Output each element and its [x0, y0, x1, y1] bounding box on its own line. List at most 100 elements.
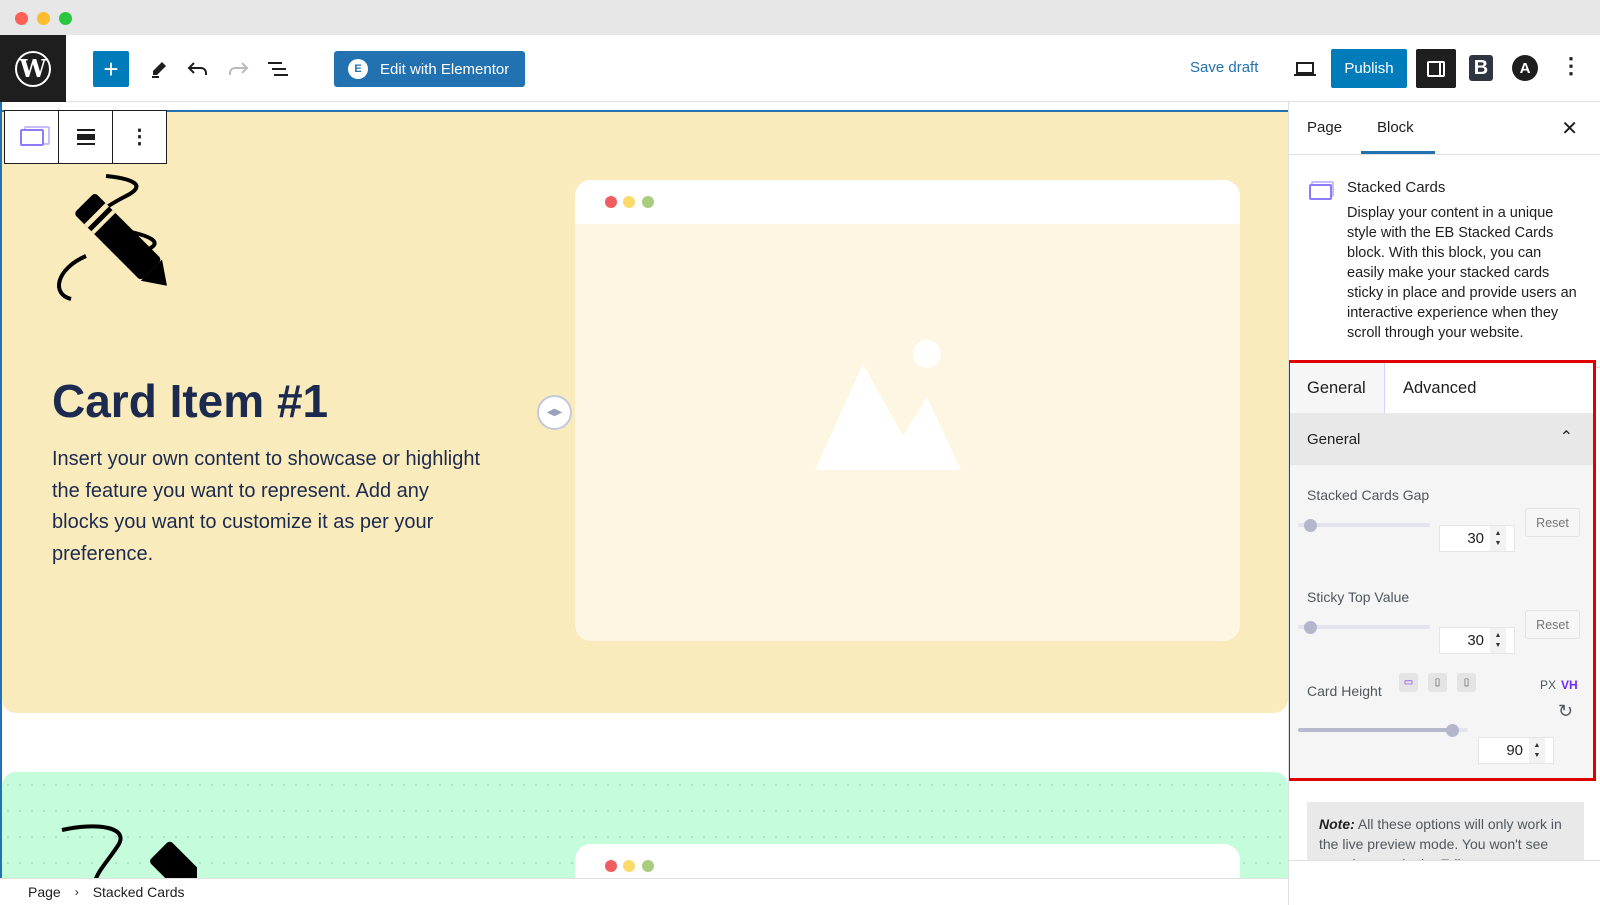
pencil-illustration-icon	[57, 174, 167, 301]
sidebar-icon	[1427, 60, 1445, 77]
window-minimize-button[interactable]	[37, 12, 50, 25]
image-placeholder[interactable]	[575, 180, 1240, 641]
options-menu-button[interactable]: ⋮	[1560, 53, 1582, 79]
active-tab-indicator	[1361, 151, 1435, 154]
wordpress-logo-button[interactable]: W	[0, 35, 66, 102]
window-titlebar	[0, 0, 1600, 35]
window-close-button[interactable]	[15, 12, 28, 25]
stacked-cards-gap-input[interactable]: 30 ▲ ▼	[1439, 525, 1515, 552]
block-toolbar: ⋮	[4, 110, 167, 164]
card-height-label: Card Height	[1307, 683, 1382, 699]
stepper-arrows-icon[interactable]: ▲ ▼	[1490, 628, 1506, 653]
block-description: Display your content in a unique style w…	[1347, 205, 1577, 341]
add-block-button[interactable]: +	[93, 51, 129, 87]
tools-button[interactable]	[141, 51, 177, 87]
breadcrumb-page[interactable]: Page	[28, 884, 61, 900]
sticky-top-value-slider[interactable]	[1298, 625, 1430, 629]
tab-advanced[interactable]: Advanced	[1403, 363, 1476, 413]
stacked-cards-gap-label: Stacked Cards Gap	[1307, 487, 1430, 503]
card-height-reset-icon[interactable]: ↻	[1558, 701, 1573, 722]
panel-tabs: General Advanced	[1290, 363, 1593, 413]
chevron-up-icon: ⌃	[1559, 429, 1573, 446]
sticky-top-value-label: Sticky Top Value	[1307, 589, 1410, 605]
device-mobile-button[interactable]: ▯	[1457, 673, 1476, 692]
list-view-icon	[268, 62, 288, 76]
document-overview-button[interactable]	[260, 51, 296, 87]
save-draft-button[interactable]: Save draft	[1190, 59, 1258, 76]
image-placeholder-icon	[815, 340, 961, 470]
sidebar-footer	[1289, 860, 1600, 905]
desktop-icon: ▭	[1403, 677, 1414, 688]
pencil-illustration-icon	[61, 824, 197, 878]
mock-green-dot	[642, 196, 654, 208]
panel-controls: Stacked Cards Gap 30 ▲ ▼ Reset Sticky Top…	[1290, 465, 1593, 781]
stacked-cards-icon	[1309, 181, 1335, 201]
breadcrumb-stacked-cards[interactable]: Stacked Cards	[93, 884, 185, 900]
stepper-arrows-icon[interactable]: ▲ ▼	[1529, 738, 1545, 763]
sticky-top-value-reset-button[interactable]: Reset	[1525, 610, 1580, 639]
image-placeholder-2[interactable]	[575, 844, 1240, 878]
mock-yellow-dot	[623, 196, 635, 208]
laptop-icon	[1294, 62, 1316, 76]
block-type-button[interactable]	[5, 111, 59, 163]
card-height-input[interactable]: 90 ▲ ▼	[1478, 737, 1554, 764]
astra-settings-button[interactable]: A	[1512, 55, 1538, 81]
stacked-cards-settings-panel: General Advanced General ⌃ Stacked Cards…	[1289, 360, 1596, 781]
sticky-top-value-input[interactable]: 30 ▲ ▼	[1439, 627, 1515, 654]
close-sidebar-button[interactable]: ✕	[1561, 116, 1578, 141]
mock-red-dot	[605, 860, 617, 872]
stacked-cards-gap-slider[interactable]	[1298, 523, 1430, 527]
mock-red-dot	[605, 196, 617, 208]
settings-toggle-button[interactable]	[1416, 49, 1456, 88]
device-switcher: ▭ ▯ ▯	[1399, 673, 1479, 693]
mock-green-dot	[642, 860, 654, 872]
section-title: General	[1307, 430, 1361, 448]
align-button[interactable]	[59, 111, 113, 163]
sidebar-tabs: Page Block ✕	[1289, 102, 1600, 155]
stacked-cards-gap-reset-button[interactable]: Reset	[1525, 508, 1580, 537]
preview-button[interactable]	[1287, 51, 1323, 87]
pencil-icon	[152, 62, 166, 78]
stacked-card-1[interactable]: Card Item #1 Insert your own content to …	[2, 110, 1288, 713]
undo-button[interactable]	[180, 51, 216, 87]
card-height-slider-fill	[1298, 728, 1453, 732]
mock-yellow-dot	[623, 860, 635, 872]
edit-with-elementor-label: Edit with Elementor	[380, 60, 510, 78]
general-section-toggle[interactable]: General ⌃	[1290, 413, 1593, 465]
note-label: Note:	[1319, 816, 1355, 832]
unit-px-button[interactable]: PX	[1540, 678, 1556, 692]
window-zoom-button[interactable]	[59, 12, 72, 25]
stepper-arrows-icon[interactable]: ▲ ▼	[1490, 526, 1506, 551]
undo-icon	[187, 62, 207, 75]
settings-sidebar: Page Block ✕ Stacked Cards Display your …	[1288, 102, 1600, 905]
tablet-icon: ▯	[1434, 677, 1441, 688]
unit-vh-button[interactable]: VH	[1561, 678, 1578, 692]
block-title: Stacked Cards	[1347, 179, 1446, 196]
edit-with-elementor-button[interactable]: E Edit with Elementor	[334, 51, 525, 87]
column-resize-handle[interactable]: ◀▶	[537, 395, 572, 430]
stacked-cards-gap-slider-thumb[interactable]	[1304, 519, 1317, 532]
essential-blocks-button[interactable]: B	[1469, 55, 1493, 81]
redo-button[interactable]	[220, 51, 256, 87]
card-title[interactable]: Card Item #1	[52, 374, 328, 428]
sticky-top-value-slider-thumb[interactable]	[1304, 621, 1317, 634]
elementor-icon: E	[348, 59, 368, 79]
stacked-card-2[interactable]	[2, 772, 1288, 878]
publish-button[interactable]: Publish	[1331, 49, 1407, 88]
align-full-icon	[76, 129, 95, 145]
block-options-button[interactable]: ⋮	[113, 111, 166, 163]
kebab-icon: ⋮	[129, 126, 150, 148]
tab-page[interactable]: Page	[1307, 119, 1342, 136]
editor-toolbar: W + E Edit with Elementor Save draft Pub…	[0, 35, 1600, 102]
device-tablet-button[interactable]: ▯	[1428, 673, 1447, 692]
tab-general[interactable]: General	[1290, 363, 1385, 413]
resize-arrows-icon: ◀▶	[546, 407, 563, 418]
tab-block[interactable]: Block	[1377, 119, 1414, 136]
card-description[interactable]: Insert your own content to showcase or h…	[52, 444, 482, 570]
card-height-slider-thumb[interactable]	[1446, 724, 1459, 737]
device-desktop-button[interactable]: ▭	[1399, 673, 1418, 692]
wordpress-icon: W	[15, 50, 51, 87]
block-card: Stacked Cards Display your content in a …	[1289, 155, 1600, 368]
editor-canvas: Card Item #1 Insert your own content to …	[0, 102, 1288, 878]
block-breadcrumb: Page › Stacked Cards	[0, 878, 1288, 905]
